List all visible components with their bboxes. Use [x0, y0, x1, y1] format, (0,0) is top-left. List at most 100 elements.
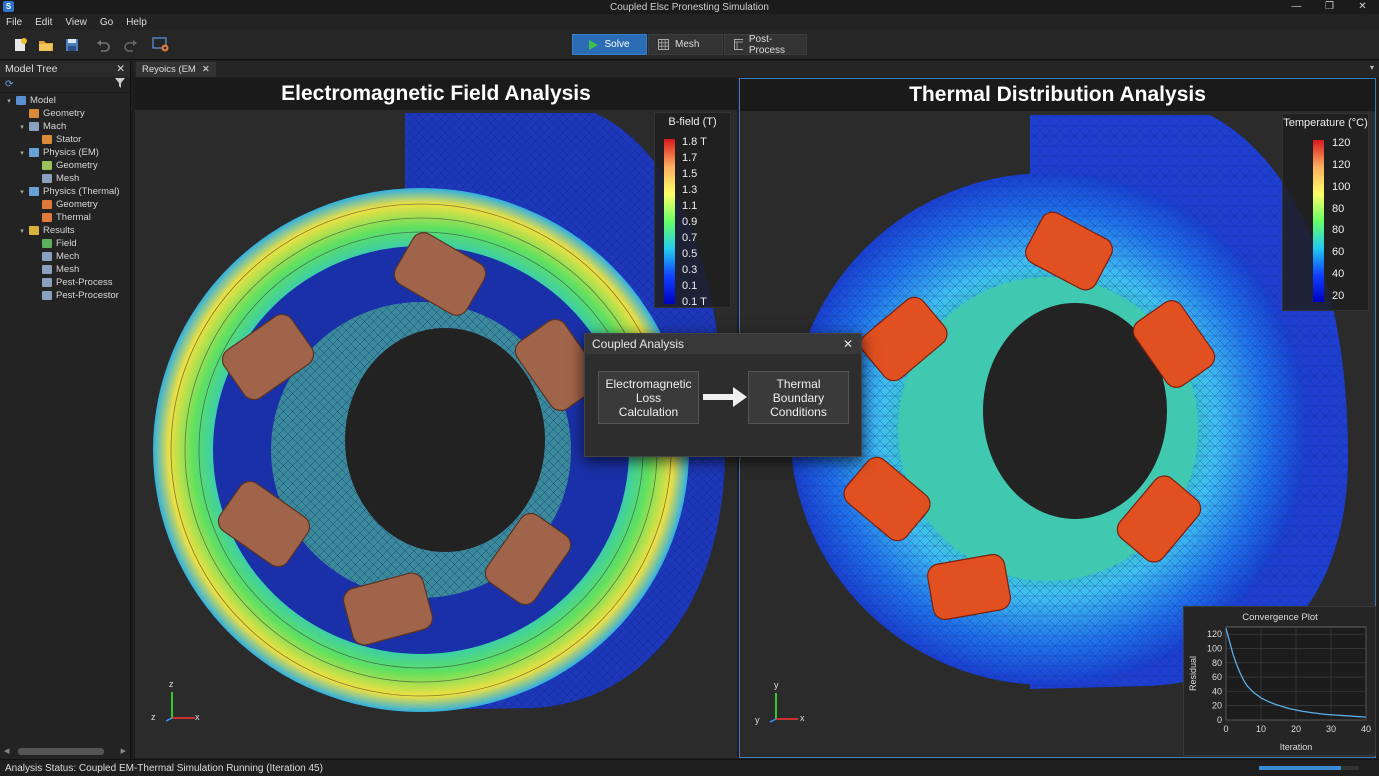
refresh-icon[interactable]: ⟳: [5, 79, 13, 90]
tree-node[interactable]: Stator: [0, 133, 130, 146]
minimize-icon[interactable]: —: [1280, 0, 1313, 14]
thermal-title: Thermal Distribution Analysis: [740, 79, 1375, 111]
post-process-button[interactable]: Post-Process: [724, 34, 807, 56]
model-tree-panel: Model Tree ✕ ⟳ ▾ Model Geometry ▾ Mach Stator…: [0, 61, 131, 759]
stator-icon: [42, 135, 52, 144]
mesh-icon: [42, 174, 52, 183]
y-tick-label: 60: [1212, 672, 1222, 682]
y-tick-label: 120: [1207, 629, 1222, 639]
tree-node[interactable]: Geometry: [0, 159, 130, 172]
tree-node[interactable]: Thermal: [0, 211, 130, 224]
tree-node-label: Mach: [43, 121, 67, 132]
tree-node-label: Geometry: [56, 160, 98, 171]
expand-toggle-icon[interactable]: ▾: [5, 97, 13, 105]
tab-overflow-icon[interactable]: ▾: [1370, 63, 1374, 72]
legend-tick-label: 1.3: [682, 184, 698, 196]
redo-button[interactable]: [122, 36, 140, 54]
tab-close-icon[interactable]: ✕: [202, 64, 210, 75]
legend-tick-label: 20: [1332, 290, 1345, 302]
mesh-button[interactable]: Mesh: [648, 34, 723, 55]
document-tab-label: Reyoics (EM: [142, 64, 196, 75]
chart-title: Convergence Plot: [1242, 612, 1318, 623]
tree-node[interactable]: ▾ Mach: [0, 120, 130, 133]
b-field-legend-title: B-field (T): [668, 116, 717, 128]
tree-node[interactable]: ▾ Physics (EM): [0, 146, 130, 159]
menu-file[interactable]: File: [6, 17, 22, 28]
tree-node[interactable]: Mesh: [0, 172, 130, 185]
settings-button[interactable]: [152, 36, 170, 54]
em-axis-z2-label: z: [151, 712, 156, 722]
open-folder-button[interactable]: [37, 36, 55, 54]
save-button[interactable]: [63, 36, 81, 54]
mesh-icon: [42, 265, 52, 274]
tree-node[interactable]: ▾ Physics (Thermal): [0, 185, 130, 198]
filter-icon[interactable]: [115, 78, 125, 91]
tree-node[interactable]: Mech: [0, 250, 130, 263]
x-tick-label: 0: [1223, 724, 1228, 734]
tree-node[interactable]: ▾ Results: [0, 224, 130, 237]
window-controls: — ❐ ✕: [1280, 0, 1379, 14]
document-tab[interactable]: Reyoics (EM ✕: [136, 62, 216, 77]
thermal-icon: [42, 213, 52, 222]
convergence-plot: Convergence Plot 0 20 40 60 80 100 120 0 10 20 30 40…: [1183, 606, 1376, 756]
tree-node[interactable]: Mesh: [0, 263, 130, 276]
window-title: Coupled Elsc Pronesting Simulation: [610, 1, 769, 13]
y-tick-label: 100: [1207, 643, 1222, 653]
legend-tick-label: 0.5: [682, 248, 698, 260]
undo-button[interactable]: [94, 36, 112, 54]
menu-bar: File Edit View Go Help: [0, 14, 1379, 30]
folder-icon: [39, 41, 53, 51]
legend-tick-label: 0.7: [682, 232, 698, 244]
coupled-analysis-dialog: Coupled Analysis ✕ Electromagnetic Loss …: [584, 333, 862, 457]
menu-help[interactable]: Help: [126, 17, 147, 28]
menu-edit[interactable]: Edit: [35, 17, 52, 28]
scroll-right-icon[interactable]: ▶: [121, 747, 126, 755]
y-tick-label: 0: [1217, 715, 1222, 725]
tree-scrollbar[interactable]: ◀ ▶: [4, 746, 126, 756]
tree-node[interactable]: ▾ Model: [0, 94, 130, 107]
results-icon: [29, 226, 39, 235]
expand-toggle-icon[interactable]: ▾: [18, 188, 26, 196]
restore-icon[interactable]: ❐: [1313, 0, 1346, 14]
solve-button[interactable]: Solve: [572, 34, 647, 55]
expand-toggle-icon[interactable]: ▾: [18, 123, 26, 131]
mode-switcher: Solve Mesh Post-Process: [572, 34, 808, 56]
legend-tick-label: 1.8 T: [682, 136, 707, 148]
tree-node[interactable]: Field: [0, 237, 130, 250]
tree-node[interactable]: Pest-Process: [0, 276, 130, 289]
tree-node-label: Physics (Thermal): [43, 186, 120, 197]
geometry-icon: [42, 200, 52, 209]
post-process-icon: [734, 39, 743, 50]
title-bar: S Coupled Elsc Pronesting Simulation — ❐…: [0, 0, 1379, 14]
y-axis-label: Residual: [1188, 656, 1198, 691]
model-tree-header: Model Tree ✕: [0, 61, 130, 77]
expand-toggle-icon[interactable]: ▾: [18, 149, 26, 157]
legend-tick-label: 80: [1332, 202, 1345, 215]
thermal-axis-x-label: x: [800, 713, 805, 723]
solve-label: Solve: [604, 39, 630, 50]
expand-toggle-icon[interactable]: ▾: [18, 227, 26, 235]
em-axis-x-label: x: [195, 712, 200, 722]
tree-node-label: Mesh: [56, 264, 80, 275]
dialog-close-icon[interactable]: ✕: [843, 337, 853, 351]
tree-node[interactable]: Geometry: [0, 198, 130, 211]
menu-view[interactable]: View: [65, 17, 87, 28]
close-panel-icon[interactable]: ✕: [116, 63, 125, 75]
tree-node-label: Geometry: [43, 108, 85, 119]
tree-node[interactable]: Geometry: [0, 107, 130, 120]
thermal-bc-box[interactable]: Thermal Boundary Conditions: [748, 371, 849, 424]
menu-go[interactable]: Go: [100, 17, 113, 28]
tree-node-label: Model: [30, 95, 56, 106]
close-icon[interactable]: ✕: [1346, 0, 1379, 14]
redo-icon: [124, 40, 137, 52]
legend-tick-label: 1.7: [682, 152, 698, 164]
scroll-left-icon[interactable]: ◀: [4, 747, 9, 755]
scroll-thumb[interactable]: [18, 747, 104, 755]
tree-node-label: Thermal: [56, 212, 91, 223]
tree-node[interactable]: Pest-Procestor: [0, 289, 130, 302]
convergence-chart: Convergence Plot 0 20 40 60 80 100 120 0 10 20 30 40…: [1188, 612, 1371, 752]
settings-monitor-icon: [152, 37, 169, 52]
em-loss-box[interactable]: Electromagnetic Loss Calculation: [598, 371, 699, 424]
new-file-button[interactable]: [11, 36, 29, 54]
dialog-title: Coupled Analysis: [592, 337, 685, 351]
